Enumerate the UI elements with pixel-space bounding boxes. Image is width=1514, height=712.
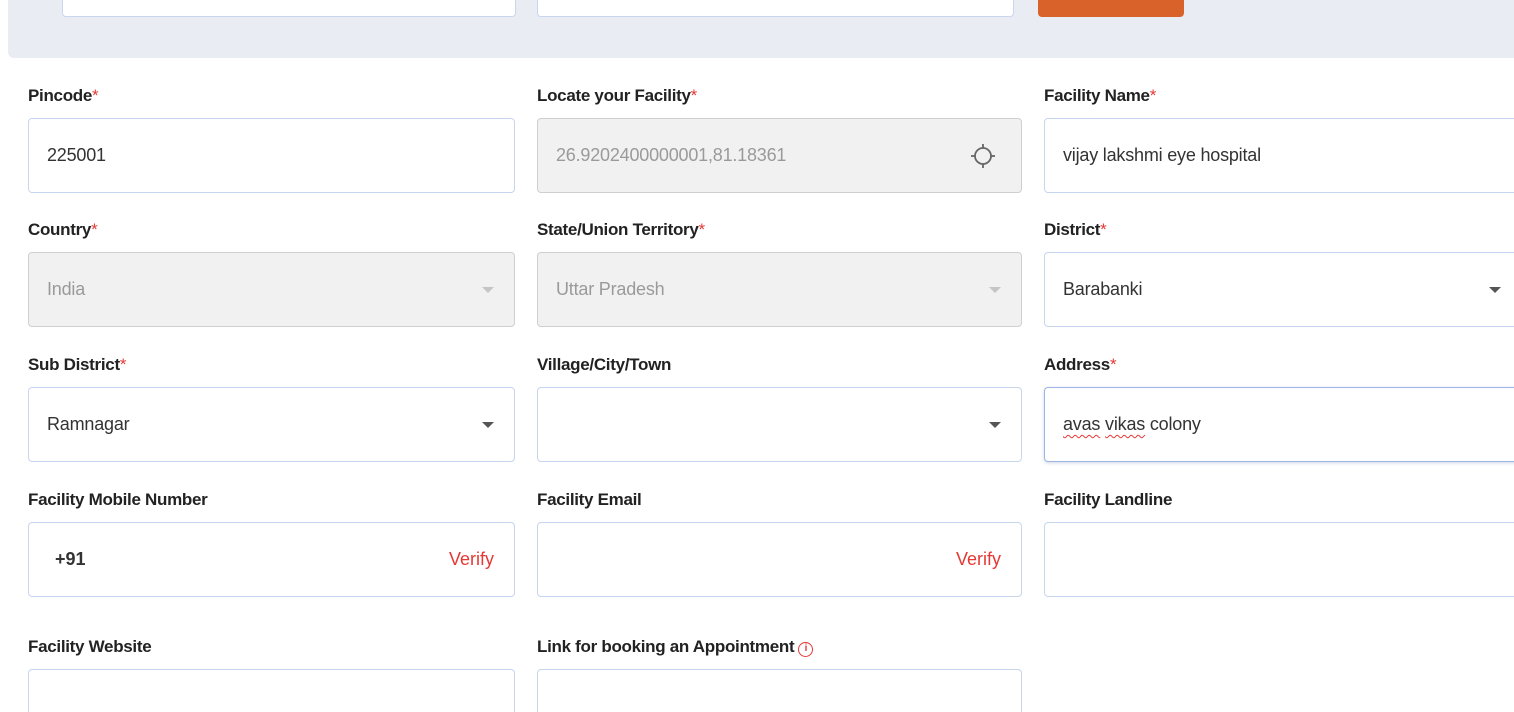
locate-facility-label: Locate your Facility* (537, 86, 697, 105)
sub-district-label: Sub District* (28, 355, 127, 374)
booking-link-label: Link for booking an Appointment i (537, 637, 814, 657)
search-input-2[interactable] (537, 0, 1014, 17)
verify-mobile-link[interactable]: Verify (449, 523, 494, 596)
village-label: Village/City/Town (537, 355, 672, 374)
booking-link-input[interactable] (537, 669, 1022, 712)
country-select[interactable]: India (28, 252, 515, 327)
country-code-prefix: +91 (55, 549, 86, 569)
facility-name-input[interactable]: vijay lakshmi eye hospital (1044, 118, 1514, 193)
state-label: State/Union Territory* (537, 220, 705, 239)
search-button[interactable] (1038, 0, 1184, 17)
district-value: Barabanki (1063, 279, 1143, 299)
facility-name-value: vijay lakshmi eye hospital (1063, 145, 1261, 165)
chevron-down-icon (482, 422, 494, 428)
email-input[interactable]: Verify (537, 522, 1022, 597)
mobile-label: Facility Mobile Number (28, 490, 208, 509)
chevron-down-icon (482, 287, 494, 293)
address-input[interactable]: avas vikas colony (1044, 387, 1514, 462)
mobile-input[interactable]: +91 Verify (28, 522, 515, 597)
country-value: India (47, 279, 86, 299)
state-value: Uttar Pradesh (556, 279, 665, 299)
locate-target-icon[interactable] (970, 143, 996, 169)
pincode-label: Pincode* (28, 86, 99, 105)
info-circle-icon[interactable]: i (798, 642, 814, 657)
state-select[interactable]: Uttar Pradesh (537, 252, 1022, 327)
website-label: Facility Website (28, 637, 152, 656)
website-input[interactable] (28, 669, 515, 712)
village-select[interactable] (537, 387, 1022, 462)
address-label: Address* (1044, 355, 1117, 374)
email-label: Facility Email (537, 490, 642, 509)
landline-input[interactable] (1044, 522, 1514, 597)
chevron-down-icon (989, 287, 1001, 293)
pincode-input[interactable]: 225001 (28, 118, 515, 193)
district-select[interactable]: Barabanki (1044, 252, 1514, 327)
district-label: District* (1044, 220, 1107, 239)
sub-district-value: Ramnagar (47, 414, 130, 434)
address-value: avas vikas colony (1063, 414, 1201, 434)
search-input-1[interactable] (62, 0, 516, 17)
verify-email-link[interactable]: Verify (956, 523, 1001, 596)
pincode-value: 225001 (47, 145, 106, 165)
sub-district-select[interactable]: Ramnagar (28, 387, 515, 462)
locate-facility-input[interactable]: 26.9202400000001,81.18361 (537, 118, 1022, 193)
chevron-down-icon (1489, 287, 1501, 293)
facility-name-label: Facility Name* (1044, 86, 1157, 105)
coordinates-value: 26.9202400000001,81.18361 (556, 145, 787, 165)
landline-label: Facility Landline (1044, 490, 1173, 509)
chevron-down-icon (989, 422, 1001, 428)
country-label: Country* (28, 220, 98, 239)
